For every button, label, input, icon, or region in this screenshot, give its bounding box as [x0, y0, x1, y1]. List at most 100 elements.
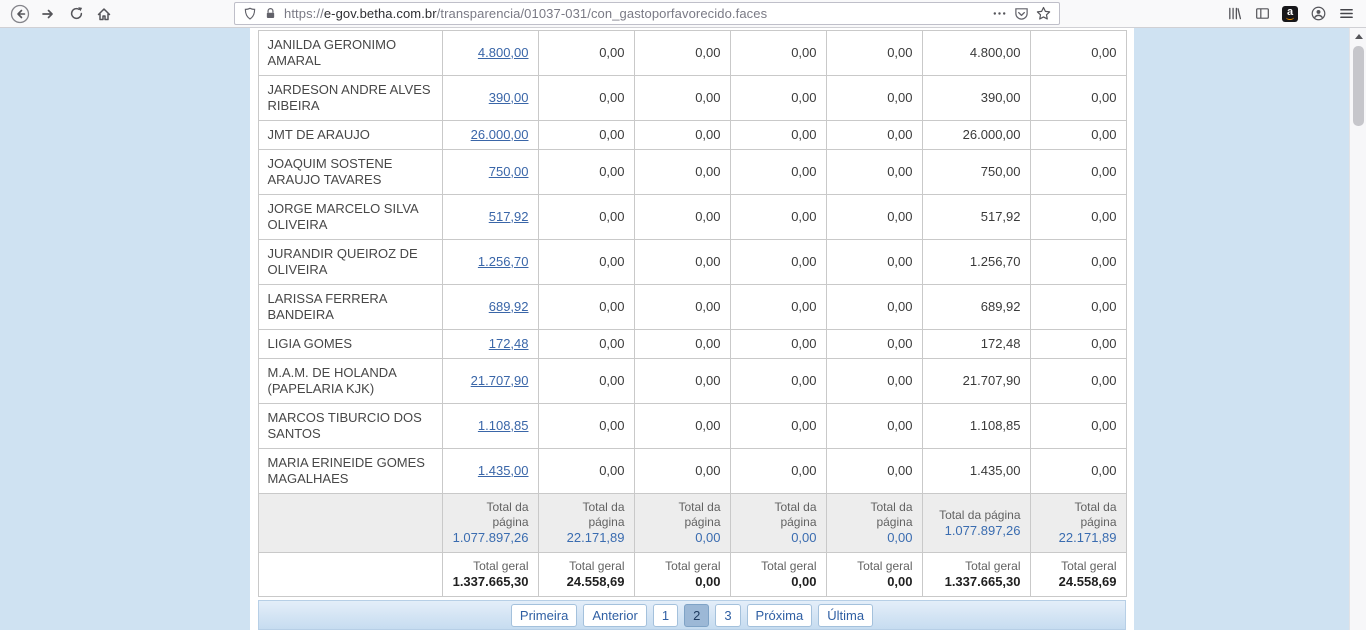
- page-total-cell: Total da página1.077.897,26: [442, 494, 538, 553]
- amount-cell: 0,00: [730, 240, 826, 285]
- amount-cell: 0,00: [730, 76, 826, 121]
- amount-cell: 0,00: [826, 150, 922, 195]
- table-row: JOAQUIM SOSTENE ARAUJO TAVARES 750,00 0,00…: [258, 150, 1126, 195]
- linked-amount-cell: 26.000,00: [442, 121, 538, 150]
- scroll-up-arrow[interactable]: [1350, 28, 1366, 44]
- pager-ultima[interactable]: Última: [818, 604, 873, 627]
- total-label: Total da página: [932, 508, 1021, 523]
- total-value: 0,00: [644, 574, 721, 590]
- bookmark-star-icon[interactable]: [1036, 6, 1051, 21]
- linked-amount-cell: 172,48: [442, 330, 538, 359]
- linked-amount-cell: 517,92: [442, 195, 538, 240]
- amount-cell: 0,00: [730, 150, 826, 195]
- favorecido-name-cell: JARDESON ANDRE ALVES RIBEIRA: [258, 76, 442, 121]
- amount-cell: 0,00: [538, 195, 634, 240]
- grand-total-cell: Total geral24.558,69: [538, 553, 634, 597]
- table-row: JURANDIR QUEIROZ DE OLIVEIRA 1.256,70 0,00…: [258, 240, 1126, 285]
- amount-detail-link[interactable]: 689,92: [489, 299, 529, 314]
- amount-cell: 0,00: [826, 449, 922, 494]
- favorecido-name-cell: JORGE MARCELO SILVA OLIVEIRA: [258, 195, 442, 240]
- pager-anterior[interactable]: Anterior: [583, 604, 647, 627]
- page-background: JANILDA GERONIMO AMARAL4.800,000,000,000…: [0, 28, 1349, 630]
- amount-detail-link[interactable]: 1.108,85: [478, 418, 529, 433]
- total-value: 1.077.897,26: [932, 523, 1021, 539]
- page-total-cell: Total da página0,00: [730, 494, 826, 553]
- pager-2[interactable]: 2: [684, 604, 709, 627]
- amount-cell: 0,00: [634, 121, 730, 150]
- grand-total-cell: Total geral0,00: [730, 553, 826, 597]
- amount-detail-link[interactable]: 517,92: [489, 209, 529, 224]
- amount-cell: 0,00: [730, 285, 826, 330]
- pager-1[interactable]: 1: [653, 604, 678, 627]
- page-total-cell: Total da página22.171,89: [538, 494, 634, 553]
- account-icon[interactable]: [1304, 1, 1332, 27]
- amount-cell: 0,00: [730, 195, 826, 240]
- pager-proxima[interactable]: Próxima: [747, 604, 813, 627]
- amount-cell: 0,00: [634, 150, 730, 195]
- linked-amount-cell: 689,92: [442, 285, 538, 330]
- linked-amount-cell: 4.800,00: [442, 31, 538, 76]
- menu-icon[interactable]: [1332, 1, 1360, 27]
- amount-detail-link[interactable]: 390,00: [489, 90, 529, 105]
- pager-primeira[interactable]: Primeira: [511, 604, 577, 627]
- amount-detail-link[interactable]: 1.435,00: [478, 463, 529, 478]
- total-value: 0,00: [836, 574, 913, 590]
- total-value: 0,00: [740, 574, 817, 590]
- sidebar-icon[interactable]: [1248, 1, 1276, 27]
- library-icon[interactable]: [1220, 1, 1248, 27]
- amount-cell: 0,00: [538, 31, 634, 76]
- home-button[interactable]: [90, 1, 118, 27]
- amount-detail-link[interactable]: 21.707,90: [471, 373, 529, 388]
- forward-button[interactable]: [34, 1, 62, 27]
- amount-cell: 517,92: [922, 195, 1030, 240]
- grand-total-cell: Total geral1.337.665,30: [442, 553, 538, 597]
- pager-3[interactable]: 3: [715, 604, 740, 627]
- amount-detail-link[interactable]: 4.800,00: [478, 45, 529, 60]
- amount-cell: 390,00: [922, 76, 1030, 121]
- expenses-by-beneficiary-table: JANILDA GERONIMO AMARAL4.800,000,000,000…: [258, 30, 1127, 597]
- page-total-cell: Total da página1.077.897,26: [922, 494, 1030, 553]
- table-row: M.A.M. DE HOLANDA (PAPELARIA KJK)21.707,…: [258, 359, 1126, 404]
- total-label: Total da página: [644, 500, 721, 530]
- favorecido-name-cell: JOAQUIM SOSTENE ARAUJO TAVARES: [258, 150, 442, 195]
- favorecido-name-cell: LARISSA FERRERA BANDEIRA: [258, 285, 442, 330]
- browser-toolbar: https://e-gov.betha.com.br/transparencia…: [0, 0, 1366, 28]
- amount-cell: 172,48: [922, 330, 1030, 359]
- amazon-icon[interactable]: [1276, 1, 1304, 27]
- reload-button[interactable]: [62, 1, 90, 27]
- amount-cell: 0,00: [1030, 76, 1126, 121]
- address-bar[interactable]: https://e-gov.betha.com.br/transparencia…: [234, 2, 1060, 25]
- amount-cell: 0,00: [538, 76, 634, 121]
- amount-detail-link[interactable]: 172,48: [489, 336, 529, 351]
- total-label: Total da página: [452, 500, 529, 530]
- amount-detail-link[interactable]: 26.000,00: [471, 127, 529, 142]
- nav-button-group: [6, 1, 118, 27]
- amount-detail-link[interactable]: 750,00: [489, 164, 529, 179]
- amount-detail-link[interactable]: 1.256,70: [478, 254, 529, 269]
- grand-total-spacer-cell: [258, 553, 442, 597]
- amount-cell: 0,00: [730, 121, 826, 150]
- amount-cell: 0,00: [634, 76, 730, 121]
- amount-cell: 0,00: [826, 31, 922, 76]
- tracking-protection-shield-icon[interactable]: [243, 7, 257, 21]
- pocket-icon[interactable]: [1014, 6, 1029, 21]
- amount-cell: 0,00: [730, 449, 826, 494]
- amount-cell: 0,00: [826, 404, 922, 449]
- total-label: Total geral: [548, 559, 625, 574]
- total-label: Total da página: [740, 500, 817, 530]
- amount-cell: 0,00: [826, 330, 922, 359]
- scrollbar[interactable]: [1349, 28, 1366, 630]
- expenses-table-body: JANILDA GERONIMO AMARAL4.800,000,000,000…: [258, 31, 1126, 597]
- amount-cell: 0,00: [634, 330, 730, 359]
- favorecido-name-cell: JURANDIR QUEIROZ DE OLIVEIRA: [258, 240, 442, 285]
- amount-cell: 4.800,00: [922, 31, 1030, 76]
- lock-icon[interactable]: [264, 7, 277, 20]
- amount-cell: 0,00: [1030, 404, 1126, 449]
- amount-cell: 1.256,70: [922, 240, 1030, 285]
- favorecido-name-cell: LIGIA GOMES: [258, 330, 442, 359]
- page-actions-icon[interactable]: [992, 6, 1007, 21]
- page-total-cell: Total da página22.171,89: [1030, 494, 1126, 553]
- back-button[interactable]: [6, 1, 34, 27]
- amount-cell: 0,00: [826, 285, 922, 330]
- scrollbar-thumb[interactable]: [1353, 46, 1364, 126]
